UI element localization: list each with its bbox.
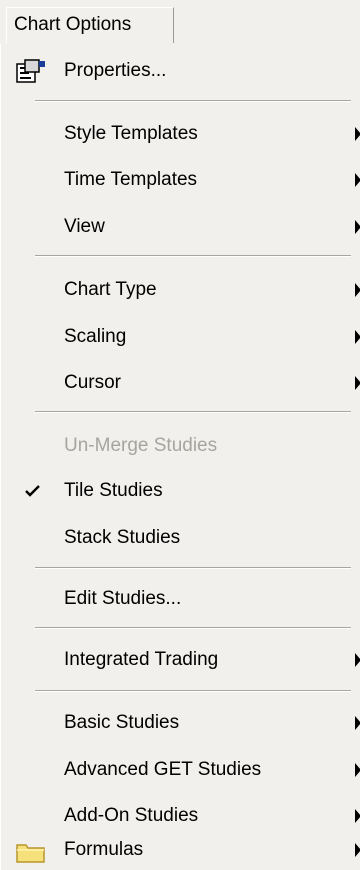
chart-options-menu[interactable]: Chart Options	[6, 7, 174, 43]
menu-item-advanced-get-studies-label: Advanced GET Studies	[64, 759, 262, 780]
menu-item-advanced-get-studies[interactable]: Advanced GET Studies	[1, 751, 360, 789]
submenu-arrow-icon	[355, 653, 360, 667]
menu-item-scaling-label: Scaling	[64, 326, 127, 347]
submenu-arrow-icon	[355, 220, 360, 234]
menu-item-time-templates-label: Time Templates	[64, 169, 198, 190]
properties-icon	[16, 59, 45, 83]
menu-item-addon-studies-label: Add-On Studies	[64, 805, 199, 826]
submenu-arrow-icon	[355, 843, 360, 857]
menu-item-formulas-label: Formulas	[64, 839, 144, 860]
menu-item-cursor-label: Cursor	[64, 372, 122, 393]
submenu-arrow-icon	[355, 127, 360, 141]
submenu-arrow-icon	[355, 330, 360, 344]
menu-item-unmerge-studies: Un-Merge Studies	[1, 427, 360, 465]
menu-item-tile-studies[interactable]: Tile Studies	[1, 472, 360, 510]
checkmark-icon	[25, 485, 40, 497]
menu-item-scaling[interactable]: Scaling	[1, 318, 360, 356]
menu-item-edit-studies[interactable]: Edit Studies...	[1, 580, 360, 618]
submenu-arrow-icon	[355, 809, 360, 823]
menu-item-basic-studies-label: Basic Studies	[64, 712, 180, 733]
menu-item-basic-studies[interactable]: Basic Studies	[1, 704, 360, 742]
menu-separator	[35, 690, 351, 692]
menu-item-integrated-trading[interactable]: Integrated Trading	[1, 641, 360, 679]
menu-item-time-templates[interactable]: Time Templates	[1, 161, 360, 199]
chart-options-dropdown: Properties... Style Templates Time Templ…	[0, 44, 360, 870]
menu-item-cursor[interactable]: Cursor	[1, 364, 360, 402]
submenu-arrow-icon	[355, 173, 360, 187]
menu-item-stack-studies[interactable]: Stack Studies	[1, 519, 360, 557]
menu-separator	[35, 100, 351, 102]
menu-item-view[interactable]: View	[1, 208, 360, 246]
menu-separator	[35, 627, 351, 629]
menu-item-integrated-trading-label: Integrated Trading	[64, 649, 219, 670]
menu-item-formulas[interactable]: Formulas	[1, 831, 360, 869]
menu-item-chart-type[interactable]: Chart Type	[1, 271, 360, 309]
submenu-arrow-icon	[355, 716, 360, 730]
menu-item-chart-type-label: Chart Type	[64, 279, 157, 300]
submenu-arrow-icon	[355, 283, 360, 297]
menu-bar: Chart Options	[0, 0, 360, 44]
menu-item-properties-label: Properties...	[64, 60, 167, 81]
menu-separator	[35, 411, 351, 413]
menu-item-style-templates[interactable]: Style Templates	[1, 115, 360, 153]
menu-item-addon-studies[interactable]: Add-On Studies	[1, 797, 360, 835]
menu-item-view-label: View	[64, 216, 105, 237]
menu-item-edit-studies-label: Edit Studies...	[64, 588, 182, 609]
submenu-arrow-icon	[355, 763, 360, 777]
menu-item-tile-studies-label: Tile Studies	[64, 480, 163, 501]
folder-icon	[16, 844, 45, 863]
chart-options-label: Chart Options	[14, 14, 132, 35]
menu-item-stack-studies-label: Stack Studies	[64, 527, 181, 548]
menu-item-unmerge-studies-label: Un-Merge Studies	[64, 435, 218, 456]
submenu-arrow-icon	[355, 376, 360, 390]
menu-separator	[35, 567, 351, 569]
menu-separator	[35, 255, 351, 257]
menu-item-style-templates-label: Style Templates	[64, 123, 198, 144]
menu-item-properties[interactable]: Properties...	[1, 52, 360, 90]
